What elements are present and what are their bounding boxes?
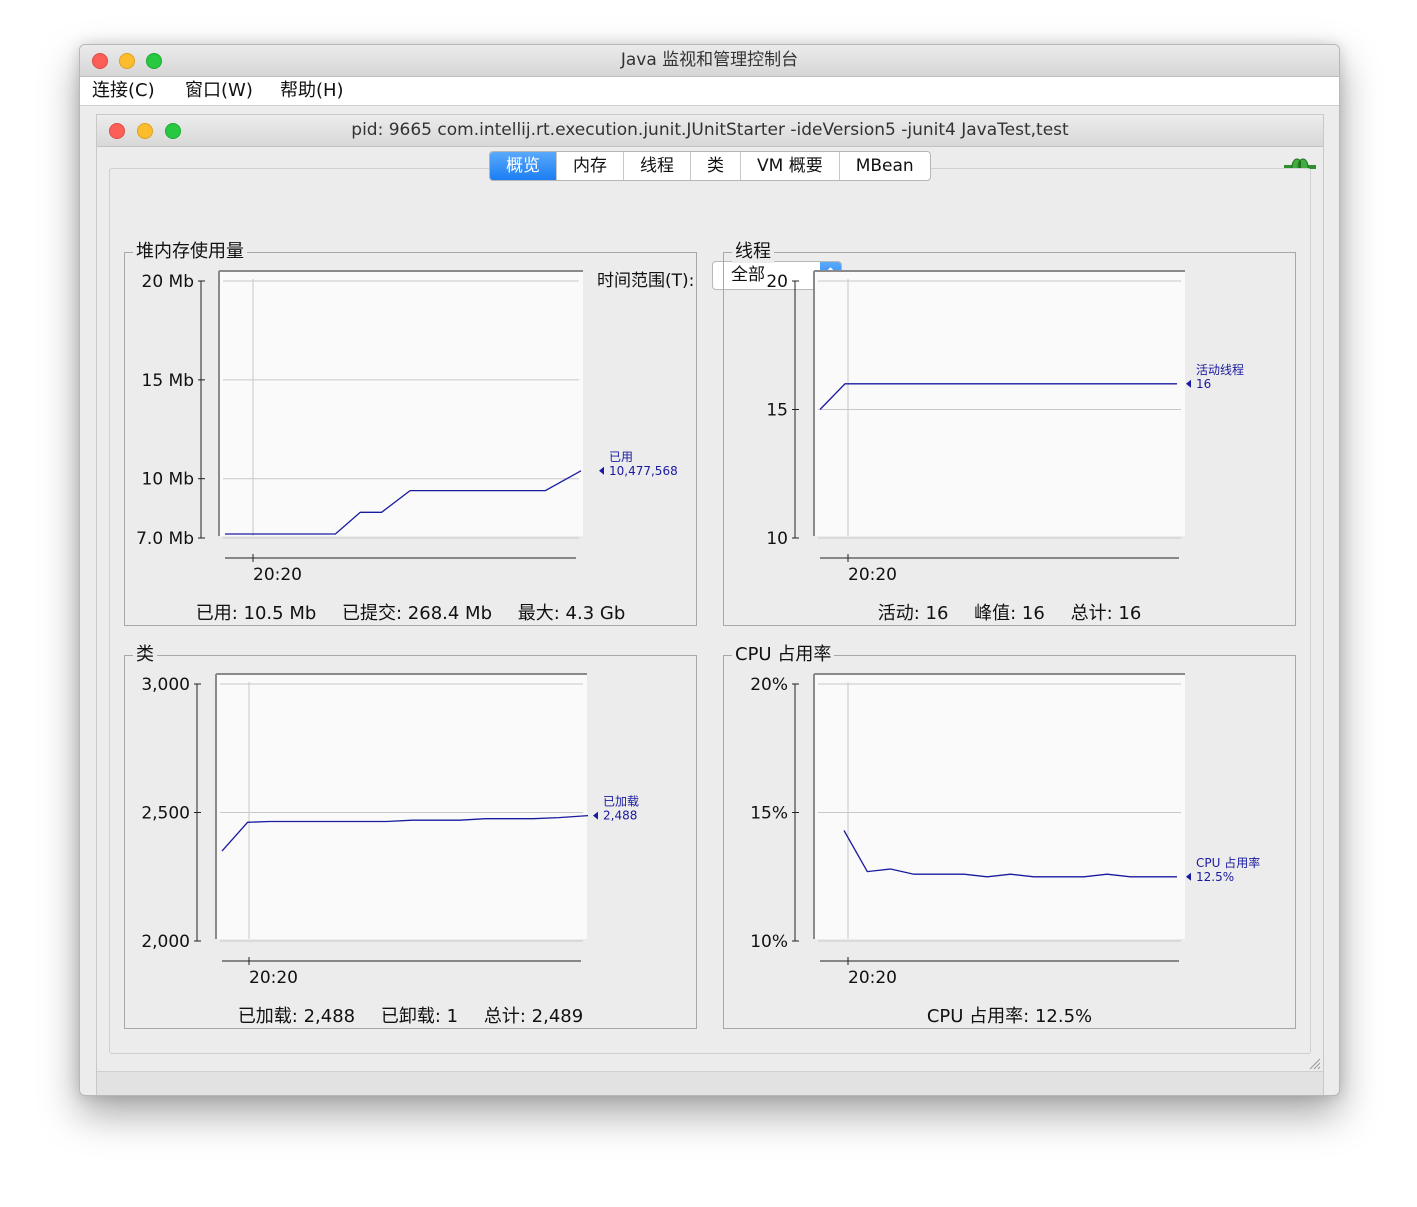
y-tick-label: 7.0 Mb	[136, 529, 194, 549]
tab-vm-summary[interactable]: VM 概要	[741, 152, 840, 180]
classes-unloaded-stat: 已卸载: 1	[380, 1006, 459, 1027]
internal-window-title: pid: 9665 com.intellij.rt.execution.juni…	[351, 120, 1069, 140]
heap-used-stat: 已用: 10.5 Mb	[195, 603, 317, 624]
y-tick-label: 15 Mb	[142, 371, 195, 391]
y-tick-label: 10 Mb	[142, 470, 195, 490]
internal-window-titlebar[interactable]: pid: 9665 com.intellij.rt.execution.juni…	[97, 115, 1323, 147]
series-value-label: 16	[1196, 377, 1211, 391]
series-value-label: 2,488	[603, 809, 637, 823]
threads-live-stat: 活动: 16	[877, 603, 949, 624]
series-marker-icon	[599, 466, 604, 475]
y-tick-label: 3,000	[141, 675, 190, 695]
series-marker-icon	[1186, 379, 1191, 388]
tab-overview[interactable]: 概览	[490, 152, 557, 180]
minimize-window-button[interactable]	[119, 53, 135, 69]
threads-total-stat: 总计: 16	[1070, 603, 1142, 624]
x-tick-label: 20:20	[848, 565, 897, 585]
menu-connect[interactable]: 连接(C)	[92, 77, 155, 105]
series-value-label: 12.5%	[1196, 870, 1234, 884]
menu-help[interactable]: 帮助(H)	[280, 77, 344, 105]
y-tick-label: 2,000	[141, 932, 190, 952]
series-name-label: CPU 占用率	[1196, 855, 1260, 870]
heap-memory-panel: 堆内存使用量 20 Mb 15 Mb 10 Mb 7.0 Mb 20:20 已用 10,47…	[124, 241, 697, 626]
threads-panel: 线程 20 15 10 20:20 活动线程 16 活动: 16 峰值: 16 总计: 1…	[723, 241, 1296, 626]
heap-max-stat: 最大: 4.3 Gb	[517, 603, 626, 624]
plot-area	[219, 271, 583, 536]
series-name-label: 已加载	[603, 795, 639, 809]
tab-threads[interactable]: 线程	[624, 152, 691, 180]
minimize-internal-window-button[interactable]	[137, 123, 153, 139]
menu-window[interactable]: 窗口(W)	[185, 77, 253, 105]
window-title: Java 监视和管理控制台	[620, 50, 799, 70]
overview-content: 时间范围(T): 全部 堆内存使用量 20 Mb 15 Mb 10 Mb 7.0 Mb…	[109, 168, 1311, 1054]
threads-summary: 活动: 16 峰值: 16 总计: 16	[724, 599, 1295, 625]
series-marker-icon	[593, 811, 598, 820]
threads-chart: 20 15 10 20:20 活动线程16	[766, 270, 1244, 585]
y-tick-label: 20	[766, 272, 788, 292]
resize-grip-icon[interactable]	[1307, 1056, 1321, 1070]
cpu-usage-stat: CPU 占用率: 12.5%	[926, 1006, 1093, 1027]
y-tick-label: 15	[766, 401, 788, 421]
y-tick-label: 10	[766, 529, 788, 549]
tab-mbeans[interactable]: MBean	[840, 152, 930, 180]
x-tick-label: 20:20	[249, 968, 298, 988]
tab-classes[interactable]: 类	[691, 152, 741, 180]
classes-summary: 已加载: 2,488 已卸载: 1 总计: 2,489	[125, 1002, 696, 1028]
y-tick-label: 10%	[750, 932, 788, 952]
classes-loaded-stat: 已加载: 2,488	[237, 1006, 356, 1027]
cpu-summary: CPU 占用率: 12.5%	[724, 1002, 1295, 1028]
process-internal-window: pid: 9665 com.intellij.rt.execution.juni…	[96, 114, 1324, 1095]
jconsole-window: Java 监视和管理控制台 连接(C) 窗口(W) 帮助(H) pid: 966…	[79, 44, 1340, 1096]
heap-chart: 20 Mb 15 Mb 10 Mb 7.0 Mb 20:20 已用10,477,568	[136, 270, 678, 585]
classes-chart: 3,000 2,500 2,000 20:20 已加载2,488	[141, 673, 639, 988]
heap-committed-stat: 已提交: 268.4 Mb	[342, 603, 493, 624]
series-value-label: 10,477,568	[609, 464, 678, 478]
plot-area	[216, 674, 587, 939]
y-tick-label: 20 Mb	[142, 272, 195, 292]
heap-summary: 已用: 10.5 Mb 已提交: 268.4 Mb 最大: 4.3 Gb	[125, 599, 696, 625]
y-tick-label: 2,500	[141, 804, 190, 824]
x-tick-label: 20:20	[253, 565, 302, 585]
tab-memory[interactable]: 内存	[557, 152, 624, 180]
x-tick-label: 20:20	[848, 968, 897, 988]
y-tick-label: 15%	[750, 804, 788, 824]
y-tick-label: 20%	[750, 675, 788, 695]
main-tabs: 概览 内存 线程 类 VM 概要 MBean	[489, 151, 931, 181]
cpu-usage-panel: CPU 占用率 20% 15% 10% 20:20 CPU 占用率 12.5% CPU 占…	[723, 644, 1296, 1029]
threads-peak-stat: 峰值: 16	[974, 603, 1045, 624]
classes-panel: 类 3,000 2,500 2,000 20:20 已加载 2,488 已加载: 2,48…	[124, 644, 697, 1029]
series-name-label: 活动线程	[1196, 362, 1244, 377]
series-name-label: 已用	[609, 450, 633, 464]
menu-bar: 连接(C) 窗口(W) 帮助(H)	[80, 77, 1339, 106]
status-strip	[97, 1071, 1323, 1095]
cpu-chart: 20% 15% 10% 20:20 CPU 占用率12.5%	[750, 673, 1260, 988]
zoom-window-button[interactable]	[146, 53, 162, 69]
window-titlebar[interactable]: Java 监视和管理控制台	[80, 45, 1339, 77]
maximize-internal-window-button[interactable]	[165, 123, 181, 139]
series-marker-icon	[1186, 872, 1191, 881]
plot-area	[814, 271, 1185, 536]
close-window-button[interactable]	[92, 53, 108, 69]
close-internal-window-button[interactable]	[109, 123, 125, 139]
plot-area	[814, 674, 1185, 939]
classes-total-stat: 总计: 2,489	[483, 1006, 584, 1027]
